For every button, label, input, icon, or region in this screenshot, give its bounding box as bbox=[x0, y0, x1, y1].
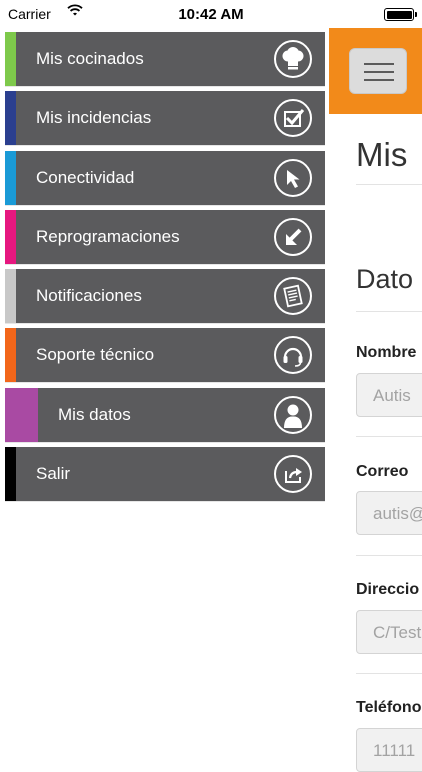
menu-accent bbox=[5, 91, 16, 146]
checkbox-icon bbox=[274, 99, 312, 138]
menu-item-label: Mis incidencias bbox=[36, 108, 152, 128]
menu-item-mis-incidencias[interactable]: Mis incidencias bbox=[5, 91, 325, 146]
battery-icon bbox=[384, 8, 417, 21]
menu-item-reprogramaciones[interactable]: Reprogramaciones bbox=[5, 209, 325, 264]
menu-item-soporte-tecnico[interactable]: Soporte técnico bbox=[5, 328, 325, 383]
clock: 10:42 AM bbox=[178, 6, 244, 23]
cursor-icon bbox=[274, 158, 312, 197]
headset-icon bbox=[274, 336, 312, 375]
divider bbox=[356, 436, 422, 437]
menu-item-notificaciones[interactable]: Notificaciones bbox=[5, 269, 325, 324]
field-label-telefono: Teléfono bbox=[356, 699, 422, 716]
main-panel: Mis Dato Nombre Autis Correo autis@ Dire… bbox=[329, 28, 422, 772]
menu-item-label: Soporte técnico bbox=[36, 345, 155, 365]
divider bbox=[356, 673, 422, 674]
page-title: Mis bbox=[356, 136, 408, 173]
menu-item-label: Notificaciones bbox=[36, 286, 142, 306]
divider bbox=[356, 555, 422, 556]
status-bar: Carrier 10:42 AM bbox=[0, 0, 422, 28]
menu-item-label: Reprogramaciones bbox=[36, 226, 180, 246]
menu-item-salir[interactable]: Salir bbox=[5, 447, 325, 502]
menu-item-label: Conectividad bbox=[36, 167, 135, 187]
menu-item-conectividad[interactable]: Conectividad bbox=[5, 150, 325, 205]
menu-item-mis-cocinados[interactable]: Mis cocinados bbox=[5, 32, 325, 86]
menu-accent bbox=[5, 269, 16, 324]
divider bbox=[356, 184, 422, 185]
menu-accent bbox=[5, 32, 16, 86]
side-menu: Mis cocinados Mis incidencias Conectivid… bbox=[5, 32, 325, 506]
menu-accent bbox=[5, 447, 16, 502]
direccion-input[interactable]: C/Test bbox=[356, 610, 422, 654]
menu-item-label: Mis cocinados bbox=[36, 49, 144, 68]
user-icon bbox=[274, 395, 312, 434]
hamburger-line bbox=[364, 63, 394, 65]
menu-accent bbox=[5, 387, 38, 442]
menu-item-mis-datos[interactable]: Mis datos bbox=[5, 387, 325, 442]
field-label-correo: Correo bbox=[356, 463, 409, 480]
field-label-direccion: Direccio bbox=[356, 581, 420, 598]
hamburger-menu-button[interactable] bbox=[349, 48, 407, 94]
hamburger-line bbox=[364, 71, 394, 73]
menu-accent bbox=[5, 209, 16, 264]
menu-accent bbox=[5, 150, 16, 205]
nombre-input[interactable]: Autis bbox=[356, 373, 422, 417]
share-exit-icon bbox=[274, 455, 312, 494]
correo-input[interactable]: autis@ bbox=[356, 491, 422, 535]
field-label-nombre: Nombre bbox=[356, 344, 417, 361]
menu-accent bbox=[5, 328, 16, 383]
section-title: Dato bbox=[356, 264, 414, 294]
hamburger-line bbox=[364, 79, 394, 81]
arrow-down-left-icon bbox=[274, 217, 312, 256]
menu-item-label: Salir bbox=[36, 464, 71, 484]
menu-item-label: Mis datos bbox=[58, 404, 131, 424]
telefono-input[interactable]: 11111 bbox=[356, 728, 422, 772]
document-icon bbox=[274, 277, 312, 316]
top-bar bbox=[329, 28, 422, 114]
divider bbox=[356, 311, 422, 312]
chef-hat-icon bbox=[274, 40, 312, 78]
